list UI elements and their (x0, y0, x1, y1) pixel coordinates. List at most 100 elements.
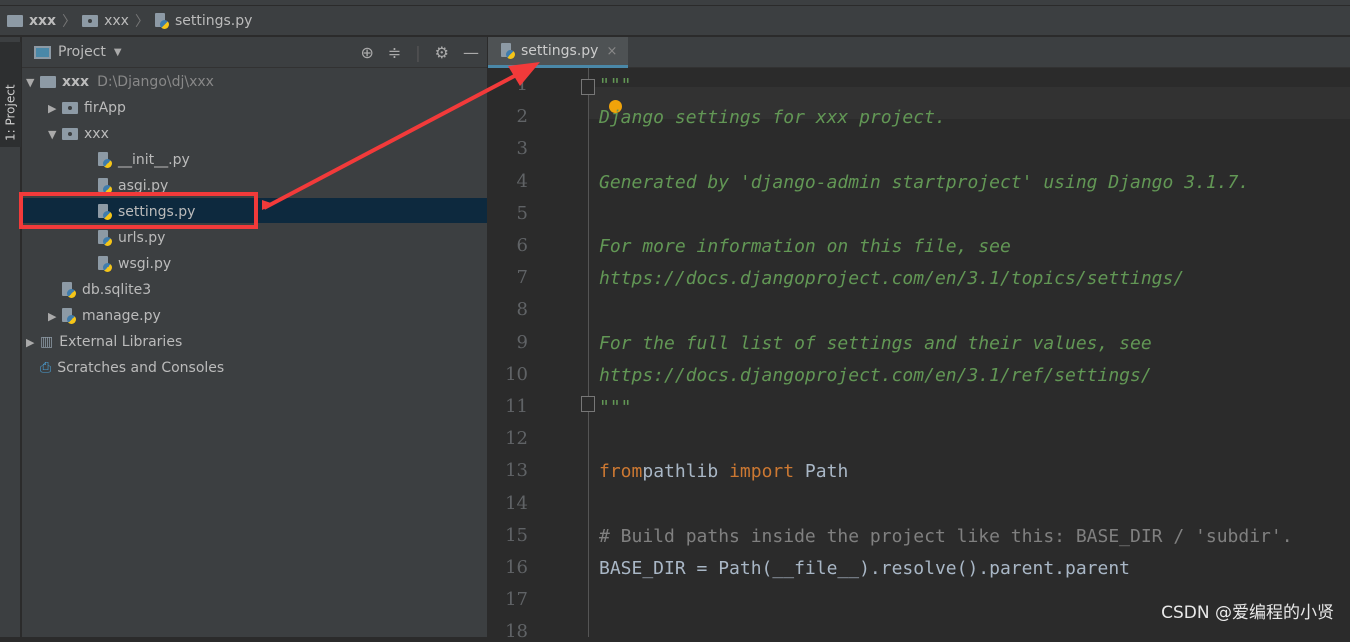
tree-item[interactable]: ▶ ▥ External Libraries (26, 329, 182, 355)
tree-item-label: xxx (62, 74, 90, 90)
tab-settings-py[interactable]: settings.py × (488, 37, 628, 68)
code-line: Generated by 'django-admin startproject'… (599, 172, 1249, 193)
tree-item-label: urls.py (118, 230, 166, 246)
python-icon (62, 308, 76, 324)
code-token: Generated by 'django-admin startproject'… (599, 171, 1250, 193)
tree-item-label: External Libraries (59, 334, 183, 350)
code-token: pathlib (642, 461, 730, 483)
tree-item[interactable]: db.sqlite3 (48, 277, 151, 303)
line-number: 13 (505, 460, 528, 482)
python-icon (98, 152, 112, 168)
line-number: 17 (505, 589, 528, 611)
tree-item-label: firApp (84, 100, 126, 116)
code-line: frompathlib import Path (599, 461, 848, 482)
folder-icon (7, 14, 23, 27)
code-token: For more information on this file, see (599, 236, 1011, 257)
line-number: 9 (516, 331, 528, 353)
code-line: """ (599, 397, 632, 418)
fold-icon[interactable] (581, 79, 595, 95)
gutter-divider (588, 68, 589, 637)
code-line: https://docs.djangoproject.com/en/3.1/to… (599, 268, 1184, 289)
scratches-icon: ⎙ (40, 360, 52, 376)
chevron-down-icon[interactable]: ▼ (114, 47, 122, 58)
breadcrumb-item[interactable]: settings.py (175, 13, 252, 29)
tree-item[interactable]: ▶ firApp (48, 95, 126, 121)
code-token: https://docs.djangoproject.com/en/3.1/re… (599, 364, 1152, 386)
code-token: """ (599, 397, 632, 418)
code-token: # Build paths inside the project like th… (599, 525, 1293, 547)
line-number: 12 (505, 428, 528, 450)
expanded-arrow-icon[interactable]: ▼ (48, 128, 62, 141)
line-number: 16 (505, 557, 528, 578)
file-icon (62, 282, 76, 298)
line-number: 14 (505, 492, 528, 514)
tree-item-label: db.sqlite3 (82, 282, 152, 298)
editor-tabs: settings.py × (488, 37, 1350, 68)
code-token: """ (599, 75, 632, 96)
breadcrumb-item[interactable]: xxx (104, 13, 129, 29)
tool-window-bar: 1: Project (0, 37, 21, 637)
minimize-icon[interactable]: — (463, 43, 479, 62)
line-number: 4 (516, 170, 528, 192)
line-number: 10 (505, 363, 528, 385)
code-token: https://docs.djangoproject.com/en/3.1/to… (599, 268, 1185, 290)
tab-label: settings.py (521, 43, 599, 59)
package-icon (62, 128, 78, 140)
tree-item-label: xxx (84, 126, 109, 142)
expanded-arrow-icon[interactable]: ▼ (26, 76, 40, 89)
line-number: 3 (516, 138, 528, 160)
annotation-highlight-box (19, 192, 258, 229)
library-icon: ▥ (40, 334, 54, 350)
line-number: 18 (505, 621, 528, 642)
project-tool-tab[interactable]: 1: Project (0, 42, 21, 147)
code-line: BASE_DIR = Path(__file__).resolve().pare… (599, 558, 1130, 579)
line-number: 7 (516, 267, 528, 289)
code-token: import (729, 461, 795, 483)
tree-item-label: manage.py (82, 308, 161, 324)
line-number: 11 (505, 396, 528, 417)
package-icon (62, 102, 78, 114)
line-number: 15 (505, 524, 528, 546)
project-icon (34, 45, 51, 59)
code-line: For more information on this file, see (599, 236, 1011, 257)
line-number: 6 (516, 235, 528, 256)
tree-item[interactable]: ▶ manage.py (48, 303, 161, 329)
python-icon (98, 256, 112, 272)
project-path: D:\Django\dj\xxx (97, 74, 214, 90)
tree-item-label: __init__.py (118, 152, 190, 168)
line-number: 2 (516, 106, 528, 128)
collapsed-arrow-icon[interactable]: ▶ (48, 310, 62, 323)
code-token: from (599, 461, 643, 483)
project-panel: Project ▼ ⊕ ≑ | ⚙ — ▼ xxx D:\Django\dj\xxx… (22, 37, 487, 637)
locate-icon[interactable]: ⊕ (360, 43, 373, 62)
line-number: 8 (516, 299, 528, 321)
package-icon (82, 14, 99, 27)
tree-item[interactable]: ▼ xxx (48, 121, 109, 147)
code-line: # Build paths inside the project like th… (599, 526, 1293, 547)
tree-item-label: Scratches and Consoles (57, 360, 225, 376)
python-file-icon (501, 43, 515, 59)
tree-item[interactable]: wsgi.py (70, 251, 171, 277)
collapse-all-icon[interactable]: ≑ (388, 43, 401, 62)
collapsed-arrow-icon[interactable]: ▶ (26, 336, 40, 349)
panel-title[interactable]: Project (58, 44, 106, 60)
code-token: BASE_DIR = Path(__file__).resolve().pare… (599, 558, 1131, 579)
collapsed-arrow-icon[interactable]: ▶ (48, 102, 62, 115)
editor: settings.py × 1 """ 2 Django settings for x… (488, 37, 1350, 642)
tree-item[interactable]: ▼ xxx D:\Django\dj\xxx (26, 69, 214, 95)
tree-item[interactable]: ⎙ Scratches and Consoles (26, 355, 224, 381)
breadcrumb: xxx 〉 xxx 〉 settings.py (0, 6, 1350, 36)
code-line: https://docs.djangoproject.com/en/3.1/re… (599, 365, 1152, 386)
panel-header: Project ▼ ⊕ ≑ | ⚙ — (22, 37, 487, 68)
gear-icon[interactable]: ⚙ (435, 43, 449, 62)
tree-item[interactable]: __init__.py (70, 147, 190, 173)
code-token: Django settings for xxx project. (599, 107, 946, 129)
breadcrumb-item[interactable]: xxx (29, 13, 56, 29)
code-line: """ (599, 75, 632, 96)
fold-icon[interactable] (581, 396, 595, 412)
code-token: For the full list of settings and their … (599, 332, 1152, 354)
watermark: CSDN @爱编程的小贤 (1161, 603, 1334, 623)
close-icon[interactable]: × (606, 44, 617, 59)
folder-icon (40, 76, 56, 88)
code-line: Django settings for xxx project. (599, 107, 946, 128)
